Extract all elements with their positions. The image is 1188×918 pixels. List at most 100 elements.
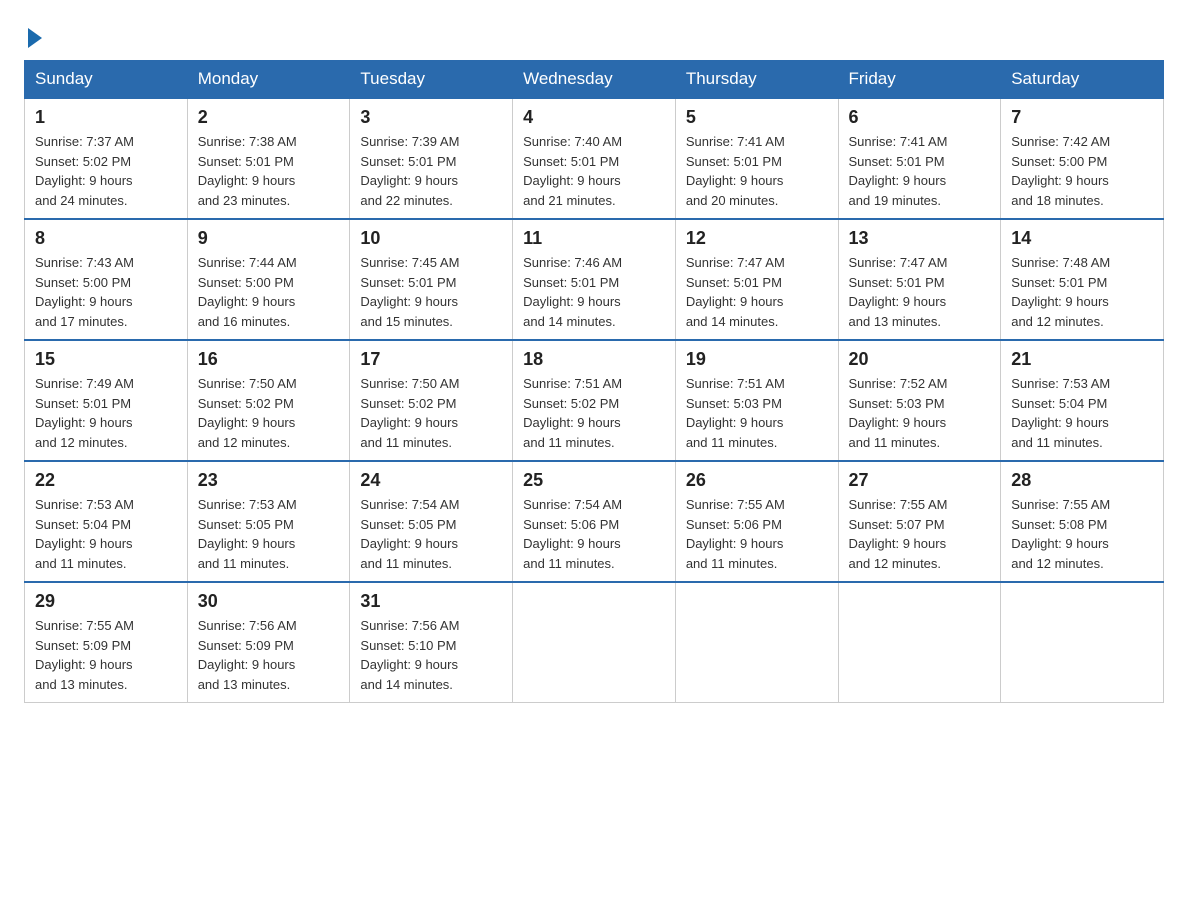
week-row-3: 15 Sunrise: 7:49 AMSunset: 5:01 PMDayligh… <box>25 340 1164 461</box>
calendar-cell: 13 Sunrise: 7:47 AMSunset: 5:01 PMDayligh… <box>838 219 1001 340</box>
day-number: 27 <box>849 470 991 491</box>
calendar-cell: 11Sunrise: 7:46 AMSunset: 5:01 PMDayligh… <box>513 219 676 340</box>
week-row-1: 1Sunrise: 7:37 AMSunset: 5:02 PMDaylight… <box>25 98 1164 219</box>
logo <box>24 24 42 44</box>
day-info: Sunrise: 7:53 AMSunset: 5:04 PMDaylight:… <box>1011 374 1153 452</box>
day-number: 31 <box>360 591 502 612</box>
calendar-cell: 9 Sunrise: 7:44 AMSunset: 5:00 PMDaylight… <box>187 219 350 340</box>
calendar-cell: 16 Sunrise: 7:50 AMSunset: 5:02 PMDayligh… <box>187 340 350 461</box>
day-number: 20 <box>849 349 991 370</box>
calendar-cell: 28 Sunrise: 7:55 AMSunset: 5:08 PMDayligh… <box>1001 461 1164 582</box>
calendar-cell <box>838 582 1001 703</box>
calendar-cell: 10 Sunrise: 7:45 AMSunset: 5:01 PMDayligh… <box>350 219 513 340</box>
day-info: Sunrise: 7:56 AMSunset: 5:10 PMDaylight:… <box>360 616 502 694</box>
day-number: 12 <box>686 228 828 249</box>
calendar-cell: 19 Sunrise: 7:51 AMSunset: 5:03 PMDayligh… <box>675 340 838 461</box>
day-info: Sunrise: 7:51 AMSunset: 5:03 PMDaylight:… <box>686 374 828 452</box>
day-number: 23 <box>198 470 340 491</box>
day-info: Sunrise: 7:52 AMSunset: 5:03 PMDaylight:… <box>849 374 991 452</box>
day-info: Sunrise: 7:50 AMSunset: 5:02 PMDaylight:… <box>360 374 502 452</box>
day-number: 8 <box>35 228 177 249</box>
day-info: Sunrise: 7:49 AMSunset: 5:01 PMDaylight:… <box>35 374 177 452</box>
day-info: Sunrise: 7:50 AMSunset: 5:02 PMDaylight:… <box>198 374 340 452</box>
page-header <box>24 24 1164 44</box>
calendar-cell: 25 Sunrise: 7:54 AMSunset: 5:06 PMDayligh… <box>513 461 676 582</box>
calendar-cell <box>675 582 838 703</box>
calendar-cell: 26 Sunrise: 7:55 AMSunset: 5:06 PMDayligh… <box>675 461 838 582</box>
day-number: 1 <box>35 107 177 128</box>
calendar-cell: 18Sunrise: 7:51 AMSunset: 5:02 PMDayligh… <box>513 340 676 461</box>
day-info: Sunrise: 7:45 AMSunset: 5:01 PMDaylight:… <box>360 253 502 331</box>
day-number: 28 <box>1011 470 1153 491</box>
day-info: Sunrise: 7:40 AMSunset: 5:01 PMDaylight:… <box>523 132 665 210</box>
day-number: 16 <box>198 349 340 370</box>
column-header-friday: Friday <box>838 61 1001 99</box>
day-info: Sunrise: 7:44 AMSunset: 5:00 PMDaylight:… <box>198 253 340 331</box>
day-info: Sunrise: 7:47 AMSunset: 5:01 PMDaylight:… <box>686 253 828 331</box>
calendar-cell: 14 Sunrise: 7:48 AMSunset: 5:01 PMDayligh… <box>1001 219 1164 340</box>
calendar-cell: 1Sunrise: 7:37 AMSunset: 5:02 PMDaylight… <box>25 98 188 219</box>
day-number: 10 <box>360 228 502 249</box>
day-info: Sunrise: 7:54 AMSunset: 5:06 PMDaylight:… <box>523 495 665 573</box>
day-info: Sunrise: 7:56 AMSunset: 5:09 PMDaylight:… <box>198 616 340 694</box>
day-number: 7 <box>1011 107 1153 128</box>
day-number: 3 <box>360 107 502 128</box>
column-header-tuesday: Tuesday <box>350 61 513 99</box>
calendar-cell: 12 Sunrise: 7:47 AMSunset: 5:01 PMDayligh… <box>675 219 838 340</box>
day-number: 24 <box>360 470 502 491</box>
logo-arrow-icon <box>28 28 42 48</box>
calendar-cell: 8 Sunrise: 7:43 AMSunset: 5:00 PMDaylight… <box>25 219 188 340</box>
calendar-table: SundayMondayTuesdayWednesdayThursdayFrid… <box>24 60 1164 703</box>
day-number: 4 <box>523 107 665 128</box>
day-info: Sunrise: 7:54 AMSunset: 5:05 PMDaylight:… <box>360 495 502 573</box>
calendar-cell: 31 Sunrise: 7:56 AMSunset: 5:10 PMDayligh… <box>350 582 513 703</box>
day-number: 9 <box>198 228 340 249</box>
day-number: 29 <box>35 591 177 612</box>
calendar-cell: 21 Sunrise: 7:53 AMSunset: 5:04 PMDayligh… <box>1001 340 1164 461</box>
day-number: 19 <box>686 349 828 370</box>
calendar-cell: 30 Sunrise: 7:56 AMSunset: 5:09 PMDayligh… <box>187 582 350 703</box>
calendar-cell: 7 Sunrise: 7:42 AMSunset: 5:00 PMDaylight… <box>1001 98 1164 219</box>
column-header-monday: Monday <box>187 61 350 99</box>
week-row-5: 29 Sunrise: 7:55 AMSunset: 5:09 PMDayligh… <box>25 582 1164 703</box>
day-info: Sunrise: 7:47 AMSunset: 5:01 PMDaylight:… <box>849 253 991 331</box>
day-number: 14 <box>1011 228 1153 249</box>
day-number: 26 <box>686 470 828 491</box>
day-info: Sunrise: 7:43 AMSunset: 5:00 PMDaylight:… <box>35 253 177 331</box>
calendar-cell: 20 Sunrise: 7:52 AMSunset: 5:03 PMDayligh… <box>838 340 1001 461</box>
calendar-cell: 17Sunrise: 7:50 AMSunset: 5:02 PMDayligh… <box>350 340 513 461</box>
calendar-cell: 4 Sunrise: 7:40 AMSunset: 5:01 PMDaylight… <box>513 98 676 219</box>
calendar-cell: 27Sunrise: 7:55 AMSunset: 5:07 PMDayligh… <box>838 461 1001 582</box>
day-number: 11 <box>523 228 665 249</box>
day-number: 18 <box>523 349 665 370</box>
day-number: 13 <box>849 228 991 249</box>
day-info: Sunrise: 7:55 AMSunset: 5:09 PMDaylight:… <box>35 616 177 694</box>
column-header-thursday: Thursday <box>675 61 838 99</box>
day-number: 30 <box>198 591 340 612</box>
day-number: 2 <box>198 107 340 128</box>
day-info: Sunrise: 7:55 AMSunset: 5:08 PMDaylight:… <box>1011 495 1153 573</box>
day-number: 15 <box>35 349 177 370</box>
calendar-header-row: SundayMondayTuesdayWednesdayThursdayFrid… <box>25 61 1164 99</box>
day-info: Sunrise: 7:55 AMSunset: 5:06 PMDaylight:… <box>686 495 828 573</box>
calendar-cell <box>513 582 676 703</box>
day-info: Sunrise: 7:53 AMSunset: 5:05 PMDaylight:… <box>198 495 340 573</box>
day-number: 25 <box>523 470 665 491</box>
day-info: Sunrise: 7:42 AMSunset: 5:00 PMDaylight:… <box>1011 132 1153 210</box>
day-number: 22 <box>35 470 177 491</box>
day-info: Sunrise: 7:39 AMSunset: 5:01 PMDaylight:… <box>360 132 502 210</box>
day-info: Sunrise: 7:53 AMSunset: 5:04 PMDaylight:… <box>35 495 177 573</box>
column-header-saturday: Saturday <box>1001 61 1164 99</box>
week-row-4: 22 Sunrise: 7:53 AMSunset: 5:04 PMDayligh… <box>25 461 1164 582</box>
day-info: Sunrise: 7:41 AMSunset: 5:01 PMDaylight:… <box>686 132 828 210</box>
week-row-2: 8 Sunrise: 7:43 AMSunset: 5:00 PMDaylight… <box>25 219 1164 340</box>
day-info: Sunrise: 7:41 AMSunset: 5:01 PMDaylight:… <box>849 132 991 210</box>
day-number: 5 <box>686 107 828 128</box>
calendar-cell: 15 Sunrise: 7:49 AMSunset: 5:01 PMDayligh… <box>25 340 188 461</box>
day-number: 21 <box>1011 349 1153 370</box>
calendar-cell: 23 Sunrise: 7:53 AMSunset: 5:05 PMDayligh… <box>187 461 350 582</box>
calendar-cell: 2Sunrise: 7:38 AMSunset: 5:01 PMDaylight… <box>187 98 350 219</box>
calendar-cell <box>1001 582 1164 703</box>
day-info: Sunrise: 7:48 AMSunset: 5:01 PMDaylight:… <box>1011 253 1153 331</box>
column-header-wednesday: Wednesday <box>513 61 676 99</box>
